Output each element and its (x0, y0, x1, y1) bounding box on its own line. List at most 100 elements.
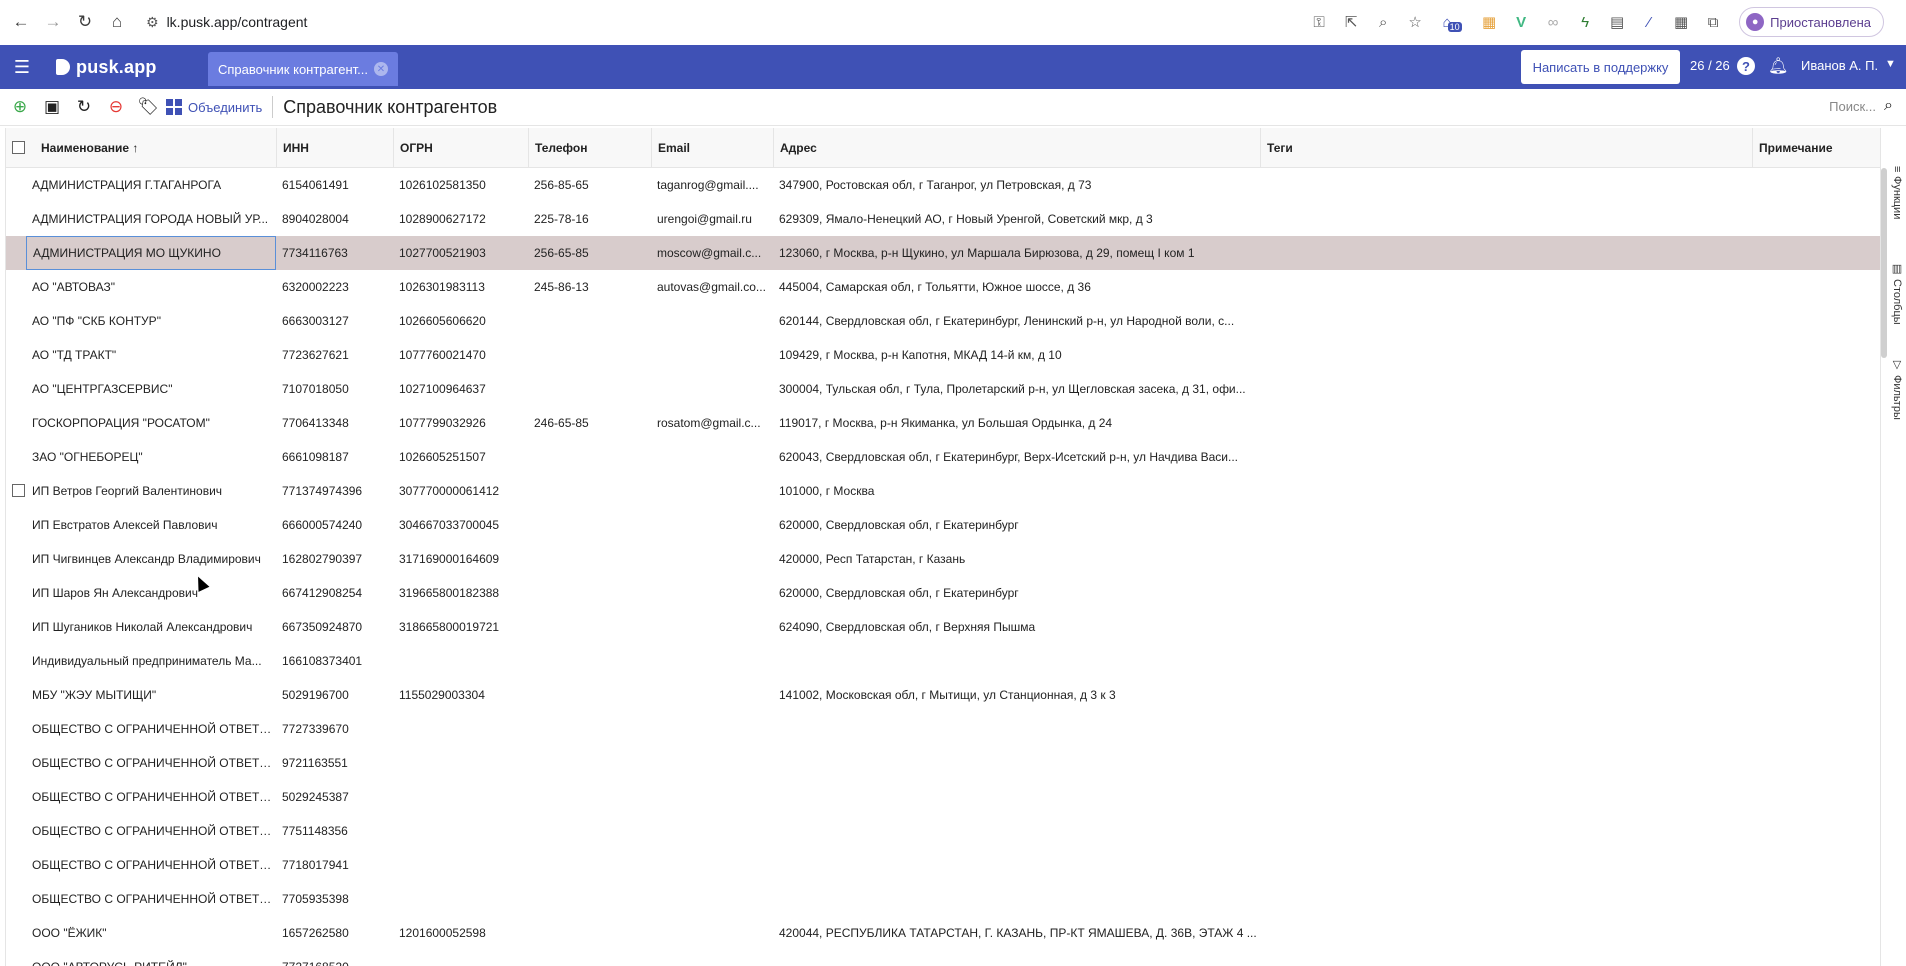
cell-address[interactable]: 624090, Свердловская обл, г Верхняя Пышм… (773, 610, 1260, 644)
cell-inn[interactable]: 166108373401 (276, 644, 393, 678)
cell-address[interactable] (773, 848, 1260, 882)
cell-email[interactable]: moscow@gmail.c... (651, 236, 773, 270)
cell-ogrn[interactable]: 1201600052598 (393, 916, 528, 950)
cell-email[interactable] (651, 474, 773, 508)
forward-icon[interactable]: → (38, 7, 68, 37)
tab-close-icon[interactable]: ✕ (374, 62, 388, 76)
cell-ogrn[interactable]: 318665800019721 (393, 610, 528, 644)
cell-phone[interactable]: 246-65-85 (528, 406, 651, 440)
cell-ogrn[interactable]: 1077799032926 (393, 406, 528, 440)
cell-phone[interactable] (528, 304, 651, 338)
cell-email[interactable]: autovas@gmail.co... (651, 270, 773, 304)
cell-address[interactable]: 620043, Свердловская обл, г Екатеринбург… (773, 440, 1260, 474)
cell-ogrn[interactable]: 304667033700045 (393, 508, 528, 542)
cell-inn[interactable]: 1657262580 (276, 916, 393, 950)
cell-inn[interactable]: 667350924870 (276, 610, 393, 644)
cell-email[interactable] (651, 678, 773, 712)
address-bar[interactable]: ⚙ lk.pusk.app/contragent (146, 14, 307, 31)
table-row[interactable]: АДМИНИСТРАЦИЯ ГОРОДА НОВЫЙ УР... 89040280… (6, 202, 1881, 236)
table-row[interactable]: ЗАО "ОГНЕБОРЕЦ" 6661098187 1026605251507 62… (6, 440, 1881, 474)
cell-email[interactable]: taganrog@gmail.... (651, 168, 773, 202)
table-row[interactable]: ОБЩЕСТВО С ОГРАНИЧЕННОЙ ОТВЕТС... 5029245… (6, 780, 1881, 814)
star-icon[interactable]: ☆ (1399, 7, 1431, 37)
table-row[interactable]: ОБЩЕСТВО С ОГРАНИЧЕННОЙ ОТВЕТС... 9721163… (6, 746, 1881, 780)
cell-inn[interactable]: 7727339670 (276, 712, 393, 746)
cell-name[interactable]: ОБЩЕСТВО С ОГРАНИЧЕННОЙ ОТВЕТС... (26, 814, 276, 848)
cell-phone[interactable] (528, 610, 651, 644)
cell-email[interactable] (651, 542, 773, 576)
back-icon[interactable]: ← (6, 7, 36, 37)
cell-inn[interactable]: 6663003127 (276, 304, 393, 338)
cell-email[interactable] (651, 746, 773, 780)
cell-address[interactable] (773, 712, 1260, 746)
cell-name[interactable]: ЗАО "ОГНЕБОРЕЦ" (26, 440, 276, 474)
cell-name[interactable]: АО "АВТОВАЗ" (26, 270, 276, 304)
table-row[interactable]: АО "ПФ "СКБ КОНТУР" 6663003127 10266056066… (6, 304, 1881, 338)
support-button[interactable]: Написать в поддержку (1521, 50, 1680, 84)
add-icon[interactable]: ⊕ (4, 91, 36, 123)
table-row[interactable]: ИП Шугаников Николай Александрович 667350… (6, 610, 1881, 644)
cell-email[interactable] (651, 950, 773, 966)
cell-inn[interactable]: 666000574240 (276, 508, 393, 542)
cell-phone[interactable] (528, 542, 651, 576)
cell-email[interactable] (651, 440, 773, 474)
cell-ogrn[interactable] (393, 712, 528, 746)
delete-icon[interactable]: ⊖ (100, 91, 132, 123)
table-row[interactable]: АДМИНИСТРАЦИЯ Г.ТАГАНРОГА 6154061491 10261… (6, 168, 1881, 202)
cell-inn[interactable]: 7727168520 (276, 950, 393, 966)
qr-extension-icon[interactable]: ▦ (1665, 7, 1697, 37)
table-row[interactable]: ИП Ветров Георгий Валентинович 7713749743… (6, 474, 1881, 508)
cell-email[interactable] (651, 882, 773, 916)
header-phone[interactable]: Телефон (528, 128, 651, 167)
cell-ogrn[interactable] (393, 780, 528, 814)
cell-name[interactable]: МБУ "ЖЭУ МЫТИЩИ" (26, 678, 276, 712)
cell-phone[interactable]: 225-78-16 (528, 202, 651, 236)
merge-button[interactable]: Объединить (166, 99, 262, 115)
side-tab-columns[interactable]: ▥ Столбцы (1887, 262, 1906, 325)
chevron-down-icon[interactable]: ▼ (1885, 58, 1896, 70)
cell-address[interactable]: 101000, г Москва (773, 474, 1260, 508)
cell-email[interactable] (651, 508, 773, 542)
zoom-icon[interactable]: ⌕ (1367, 7, 1399, 37)
cell-phone[interactable] (528, 474, 651, 508)
cell-phone[interactable] (528, 712, 651, 746)
cell-inn[interactable]: 8904028004 (276, 202, 393, 236)
cell-address[interactable] (773, 882, 1260, 916)
cell-phone[interactable] (528, 508, 651, 542)
cell-phone[interactable] (528, 372, 651, 406)
cell-inn[interactable]: 7705935398 (276, 882, 393, 916)
table-row[interactable]: ИП Евстратов Алексей Павлович 66600057424… (6, 508, 1881, 542)
cell-ogrn[interactable]: 1027700521903 (393, 236, 528, 270)
cell-inn[interactable]: 6320002223 (276, 270, 393, 304)
side-tab-functions[interactable]: ≡ Функции (1887, 166, 1906, 220)
bell-icon[interactable]: 🔔︎ (1768, 56, 1788, 76)
search-icon[interactable]: ⌕ (1884, 97, 1906, 115)
table-row[interactable]: ОБЩЕСТВО С ОГРАНИЧЕННОЙ ОТВЕТС... 7718017… (6, 848, 1881, 882)
tab-contragents[interactable]: Справочник контрагент... ✕ (208, 52, 398, 86)
cell-email[interactable] (651, 916, 773, 950)
side-tab-filters[interactable]: ▽ Фильтры (1887, 358, 1906, 420)
app-logo[interactable]: pusk.app (56, 57, 157, 78)
cell-address[interactable] (773, 950, 1260, 966)
cell-phone[interactable] (528, 746, 651, 780)
cell-ogrn[interactable]: 1077760021470 (393, 338, 528, 372)
tag-icon[interactable]: 🏷︎ (132, 91, 164, 123)
cell-name[interactable]: ИП Шаров Ян Александрович (26, 576, 276, 610)
cell-address[interactable]: 445004, Самарская обл, г Тольятти, Южное… (773, 270, 1260, 304)
cell-address[interactable]: 123060, г Москва, р-н Щукино, ул Маршала… (773, 236, 1260, 270)
table-row[interactable]: ОБЩЕСТВО С ОГРАНИЧЕННОЙ ОТВЕТС... 7727339… (6, 712, 1881, 746)
cell-name[interactable]: ОБЩЕСТВО С ОГРАНИЧЕННОЙ ОТВЕТС... (26, 780, 276, 814)
cell-inn[interactable]: 6661098187 (276, 440, 393, 474)
menu-icon[interactable]: ☰ (0, 45, 44, 89)
cell-address[interactable] (773, 644, 1260, 678)
cell-email[interactable] (651, 712, 773, 746)
cell-name[interactable]: ОБЩЕСТВО С ОГРАНИЧЕННОЙ ОТВЕТС... (26, 882, 276, 916)
cell-name[interactable]: АДМИНИСТРАЦИЯ ГОРОДА НОВЫЙ УР... (26, 202, 276, 236)
cell-name[interactable]: ОБЩЕСТВО С ОГРАНИЧЕННОЙ ОТВЕТС... (26, 712, 276, 746)
cell-phone[interactable] (528, 440, 651, 474)
cell-phone[interactable]: 245-86-13 (528, 270, 651, 304)
header-ogrn[interactable]: ОГРН (393, 128, 527, 167)
header-inn[interactable]: ИНН (276, 128, 392, 167)
save-icon[interactable]: ▣ (36, 91, 68, 123)
cell-name[interactable]: АО "ТД ТРАКТ" (26, 338, 276, 372)
